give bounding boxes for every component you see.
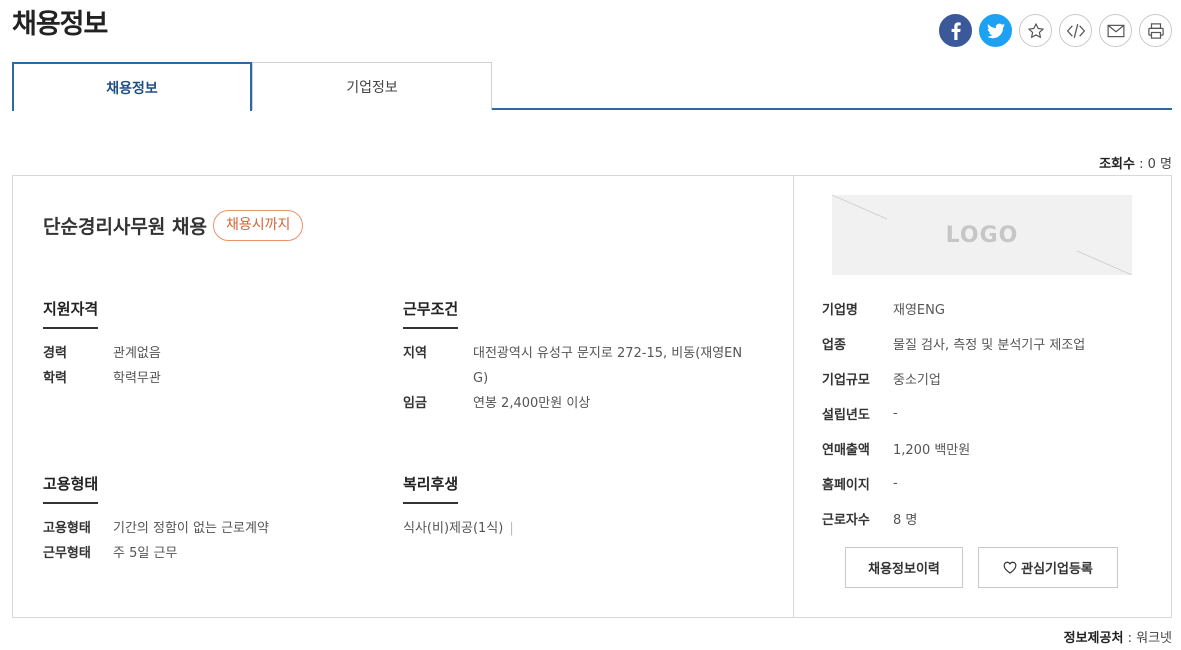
- row-label: 경력: [43, 346, 67, 361]
- row-value: 연봉 2,400만원 이상: [473, 396, 591, 411]
- row-label: 기업규모: [822, 373, 870, 388]
- code-embed-icon: [1066, 23, 1085, 38]
- row-value: 학력무관: [113, 371, 161, 386]
- star-icon: [1027, 22, 1044, 38]
- company-row: 홈페이지 -: [822, 466, 1085, 501]
- info-row: 식사(비)제공(1식) |: [403, 516, 753, 541]
- logo-text: LOGO: [945, 222, 1019, 248]
- tab-job-info[interactable]: 채용정보: [12, 62, 252, 111]
- company-row: 기업규모 중소기업: [822, 361, 1085, 396]
- heart-icon: [1003, 561, 1017, 574]
- section-title: 고용형태: [43, 473, 99, 504]
- company-row: 연매출액 1,200 백만원: [822, 431, 1085, 466]
- facebook-icon: [951, 21, 961, 40]
- deadline-badge: 채용시까지: [212, 210, 304, 241]
- welfare-section: 복리후생 식사(비)제공(1식) |: [403, 473, 753, 541]
- conditions-section: 근무조건 지역 대전광역시 유성구 문지로 272-15, 비동(재영ENG) …: [403, 298, 753, 416]
- qualification-section: 지원자격 경력 관계없음 학력 학력무관: [43, 298, 373, 391]
- bookmark-button[interactable]: [1019, 14, 1052, 47]
- row-value: 물질 검사, 측정 및 분석기구 제조업: [893, 338, 1086, 353]
- row-value: 주 5일 근무: [113, 546, 178, 561]
- twitter-icon: [986, 23, 1005, 38]
- job-title: 단순경리사무원 채용 채용시까지: [43, 210, 304, 241]
- separator: |: [509, 521, 514, 536]
- provider-value: 워크넷: [1136, 631, 1172, 646]
- section-title: 근무조건: [403, 298, 459, 329]
- job-detail-panel: 단순경리사무원 채용 채용시까지 지원자격 경력 관계없음 학력 학력무관 근무…: [13, 176, 794, 617]
- print-button[interactable]: [1139, 14, 1172, 47]
- row-value: 중소기업: [893, 373, 941, 388]
- section-title: 복리후생: [403, 473, 459, 504]
- company-panel: LOGO 기업명 재영ENG 업종 물질 검사, 측정 및 분석기구 제조업 기업규…: [794, 176, 1171, 617]
- print-icon: [1147, 22, 1164, 39]
- mail-icon: [1107, 24, 1124, 37]
- row-value: 1,200 백만원: [893, 443, 971, 458]
- row-label: 홈페이지: [822, 478, 870, 493]
- row-label: 기업명: [822, 303, 858, 318]
- row-label: 지역: [403, 346, 427, 361]
- row-value: -: [893, 406, 898, 421]
- row-label: 임금: [403, 396, 427, 411]
- info-row: 경력 관계없음: [43, 341, 373, 366]
- info-row: 학력 학력무관: [43, 366, 373, 391]
- section-title: 지원자격: [43, 298, 99, 329]
- tab-bar: 채용정보 기업정보: [12, 62, 1172, 111]
- row-value: 재영ENG: [893, 303, 945, 318]
- row-value: 기간의 정함이 없는 근로계약: [113, 521, 269, 536]
- info-row: 근무형태 주 5일 근무: [43, 541, 373, 566]
- info-row: 고용형태 기간의 정함이 없는 근로계약: [43, 516, 373, 541]
- company-row: 업종 물질 검사, 측정 및 분석기구 제조업: [822, 326, 1085, 361]
- row-label: 고용형태: [43, 521, 91, 536]
- info-provider: 정보제공처 : 워크넷: [1063, 631, 1172, 646]
- row-label: 근로자수: [822, 513, 870, 528]
- favorite-company-button[interactable]: 관심기업등록: [978, 547, 1118, 588]
- row-label: 학력: [43, 371, 67, 386]
- twitter-share-button[interactable]: [979, 14, 1012, 47]
- row-label: 근무형태: [43, 546, 91, 561]
- row-value: 8 명: [893, 513, 918, 528]
- row-value: 관계없음: [113, 346, 161, 361]
- tab-company-info[interactable]: 기업정보: [252, 62, 492, 110]
- view-count-value: 0 명: [1147, 157, 1172, 172]
- provider-label: 정보제공처: [1063, 631, 1124, 646]
- company-row: 설립년도 -: [822, 396, 1085, 431]
- company-logo: LOGO: [832, 195, 1132, 275]
- row-label: 업종: [822, 338, 846, 353]
- job-detail-card: 단순경리사무원 채용 채용시까지 지원자격 경력 관계없음 학력 학력무관 근무…: [12, 175, 1172, 618]
- welfare-text: 식사(비)제공(1식): [403, 521, 504, 536]
- view-count-label: 조회수: [1099, 157, 1135, 172]
- mail-share-button[interactable]: [1099, 14, 1132, 47]
- job-title-text: 단순경리사무원 채용: [43, 216, 207, 238]
- view-count: 조회수 : 0 명: [1099, 157, 1172, 172]
- job-history-button[interactable]: 채용정보이력: [845, 547, 963, 588]
- row-value: 대전광역시 유성구 문지로 272-15, 비동(재영ENG): [473, 346, 743, 386]
- info-row: 임금 연봉 2,400만원 이상: [403, 391, 753, 416]
- embed-code-button[interactable]: [1059, 14, 1092, 47]
- row-value: -: [893, 476, 898, 491]
- row-label: 연매출액: [822, 443, 870, 458]
- page-title: 채용정보: [12, 9, 108, 40]
- info-row: 지역 대전광역시 유성구 문지로 272-15, 비동(재영ENG): [403, 341, 753, 391]
- facebook-share-button[interactable]: [939, 14, 972, 47]
- company-info-list: 기업명 재영ENG 업종 물질 검사, 측정 및 분석기구 제조업 기업규모 중소기업…: [822, 291, 1085, 536]
- employment-section: 고용형태 고용형태 기간의 정함이 없는 근로계약 근무형태 주 5일 근무: [43, 473, 373, 566]
- share-bar: [939, 14, 1172, 47]
- row-label: 설립년도: [822, 408, 870, 423]
- company-row: 기업명 재영ENG: [822, 291, 1085, 326]
- company-row: 근로자수 8 명: [822, 501, 1085, 536]
- favorite-button-label: 관심기업등록: [1021, 562, 1093, 577]
